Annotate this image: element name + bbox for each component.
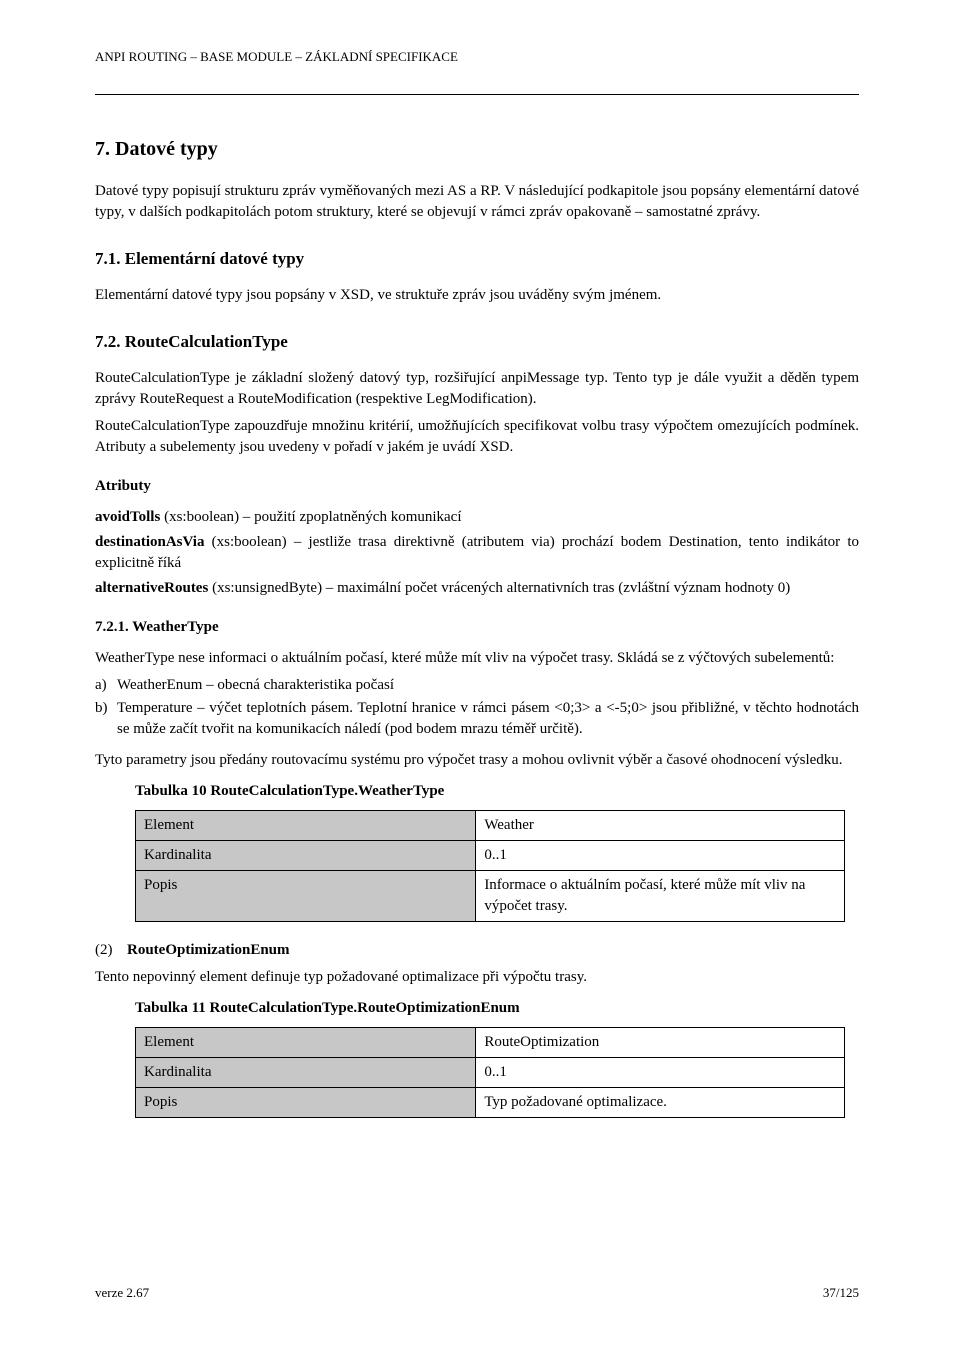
subsection-7-1-text: Elementární datové typy jsou popsány v X… [95,285,859,306]
enum-text: Temperature – výčet teplotních pásem. Te… [117,698,859,740]
table-key: Kardinalita [136,840,476,870]
header-divider [95,94,859,95]
subsection-7-2: 7.2. RouteCalculationType [95,330,859,354]
table-value: Weather [476,810,845,840]
table-value: Informace o aktuálním počasí, které může… [476,870,845,921]
footer-page: 37/125 [823,1284,859,1302]
attribute-row: destinationAsVia (xs:boolean) – jestliže… [95,532,859,574]
attribute-row: alternativeRoutes (xs:unsignedByte) – ma… [95,578,859,599]
table-value: Typ požadované optimalizace. [476,1087,845,1117]
table-row: Element RouteOptimization [136,1027,845,1057]
table-key: Kardinalita [136,1057,476,1087]
table-10: Element Weather Kardinalita 0..1 Popis I… [135,810,845,922]
attributes-heading: Atributy [95,476,859,497]
routeopt-intro: Tento nepovinný element definuje typ pož… [95,967,859,988]
attr-desc: použití zpoplatněných komunikací [254,509,461,525]
attr-type: xs:boolean [217,534,282,550]
table-value: 0..1 [476,1057,845,1087]
attr-name: avoidTolls [95,509,160,525]
table-row: Kardinalita 0..1 [136,840,845,870]
attr-desc: jestliže trasa direktivně (atributem via… [95,534,859,571]
header-title: ANPI ROUTING – BASE MODULE – ZÁKLADNÍ SP… [95,48,859,66]
table-11: Element RouteOptimization Kardinalita 0.… [135,1027,845,1118]
section-number: 7. [95,138,110,160]
attr-type: xs:boolean [169,509,234,525]
paren-label: (2) [95,940,127,961]
table-value: RouteOptimization [476,1027,845,1057]
table-key: Element [136,810,476,840]
attr-name: destinationAsVia [95,534,204,550]
table-row: Kardinalita 0..1 [136,1057,845,1087]
attr-desc: maximální počet vrácených alternativních… [337,580,790,596]
enum-label: a) [95,675,117,696]
attribute-row: avoidTolls (xs:boolean) – použití zpopla… [95,507,859,528]
paren-title: RouteOptimizationEnum [127,940,859,961]
subsection-7-2-p1: RouteCalculationType je základní složený… [95,368,859,410]
subsection-7-1: 7.1. Elementární datové typy [95,247,859,271]
enum-item: a) WeatherEnum – obecná charakteristika … [95,675,859,696]
subsection-7-2-p2: RouteCalculationType zapouzdřuje množinu… [95,416,859,458]
weather-intro: WeatherType nese informaci o aktuálním p… [95,648,859,669]
attr-name: alternativeRoutes [95,580,208,596]
subsubsection-7-2-2: (2) RouteOptimizationEnum [95,940,859,961]
enum-text: WeatherEnum – obecná charakteristika poč… [117,675,859,696]
attr-type: xs:unsignedByte [217,580,317,596]
subsubsection-7-2-1: 7.2.1. WeatherType [95,617,859,638]
enum-label: b) [95,698,117,740]
table-row: Popis Typ požadované optimalizace. [136,1087,845,1117]
table-caption-11: Tabulka 11 RouteCalculationType.RouteOpt… [135,998,859,1019]
weather-after: Tyto parametry jsou předány routovacímu … [95,750,859,771]
table-key: Popis [136,870,476,921]
intro-paragraph: Datové typy popisují strukturu zpráv vym… [95,181,859,223]
section-heading: 7. Datové typy [95,135,859,163]
table-value: 0..1 [476,840,845,870]
footer-version: verze 2.67 [95,1284,149,1302]
table-row: Element Weather [136,810,845,840]
page-footer: verze 2.67 37/125 [95,1284,859,1302]
enum-item: b) Temperature – výčet teplotních pásem.… [95,698,859,740]
table-key: Element [136,1027,476,1057]
table-key: Popis [136,1087,476,1117]
table-caption-10: Tabulka 10 RouteCalculationType.WeatherT… [135,781,859,802]
table-row: Popis Informace o aktuálním počasí, kter… [136,870,845,921]
section-title: Datové typy [115,138,218,160]
